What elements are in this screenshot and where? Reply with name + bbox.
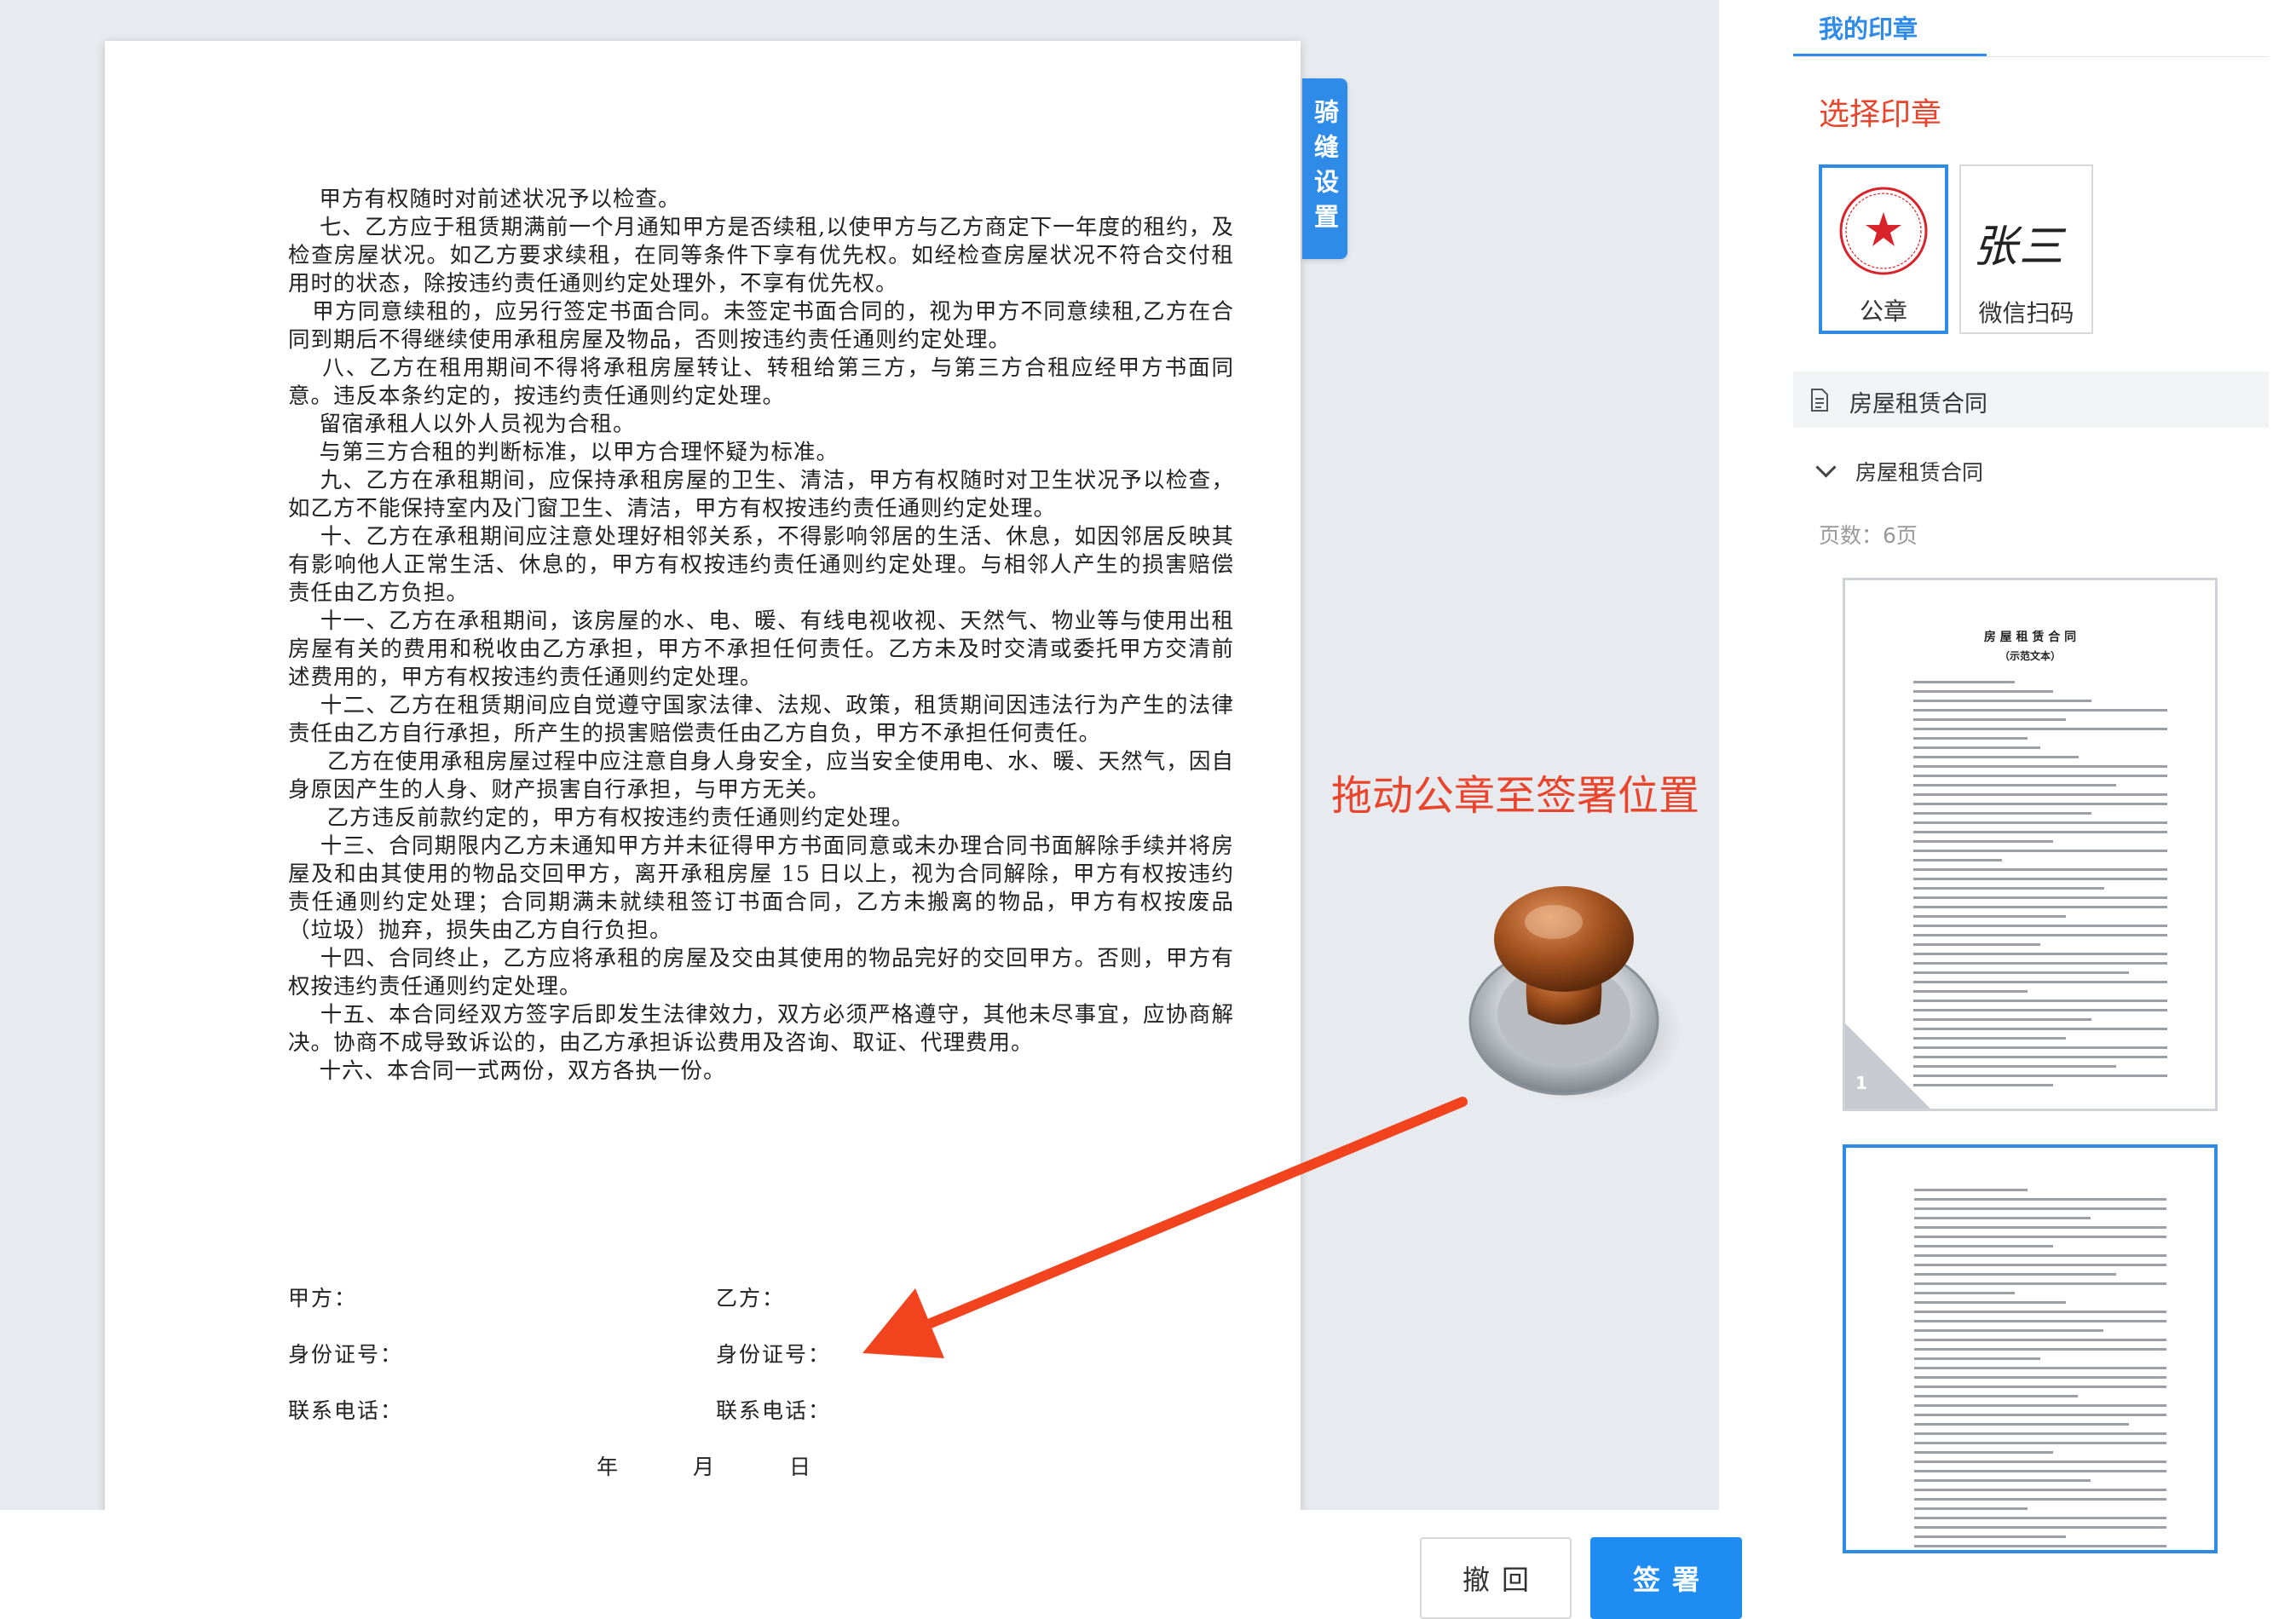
thumbnail-title: 房 屋 租 赁 合 同 <box>1983 631 2077 644</box>
handwritten-signature: 张三 <box>1973 222 2066 273</box>
page-number-badge: 1 <box>1855 1073 1867 1093</box>
thumbnail-subtitle: （示范文本） <box>1999 650 2061 662</box>
choose-seal-title: 选择印章 <box>1819 97 1942 132</box>
document-viewer[interactable]: 甲方有权随时对前述状况予以检查。 七、乙方应于租赁期满前一个月通知甲方是否续租,… <box>0 0 1719 1510</box>
seal-card-company[interactable]: 公章 <box>1819 164 1948 334</box>
document-item-toggle[interactable]: 房屋租赁合同 <box>1815 456 1984 487</box>
page-count: 页数：6页 <box>1819 523 1918 548</box>
thumbnail-text-lines <box>1914 1189 2166 1550</box>
drag-arrow-icon <box>862 1097 1468 1358</box>
chevron-down-icon <box>1815 456 1837 478</box>
page-thumbnail-2[interactable] <box>1843 1144 2218 1553</box>
tab-divider <box>1793 56 2269 57</box>
page-thumbnail-1[interactable]: 房 屋 租 赁 合 同 （示范文本） 1 <box>1843 578 2218 1111</box>
seal-card-label: 公章 <box>1859 297 1907 326</box>
thumbnail-text-lines <box>1913 681 2167 1093</box>
page-corner-badge <box>1845 1023 1930 1109</box>
undo-button[interactable]: 撤回 <box>1420 1537 1572 1619</box>
stamp-handle-icon[interactable] <box>1453 886 1683 1108</box>
seal-card-wechat-signature[interactable]: 张三 微信扫码 <box>1959 164 2093 334</box>
document-item-title: 房屋租赁合同 <box>1855 460 1984 485</box>
sign-button[interactable]: 签署 <box>1590 1537 1742 1619</box>
document-icon <box>1811 389 1828 412</box>
tab-my-seals[interactable]: 我的印章 <box>1793 0 1987 57</box>
company-seal-icon <box>1839 187 1928 275</box>
document-group-header[interactable]: 房屋租赁合同 <box>1793 372 2269 428</box>
seal-card-label: 微信扫码 <box>1978 299 2074 327</box>
document-group-title: 房屋租赁合同 <box>1849 391 1987 418</box>
